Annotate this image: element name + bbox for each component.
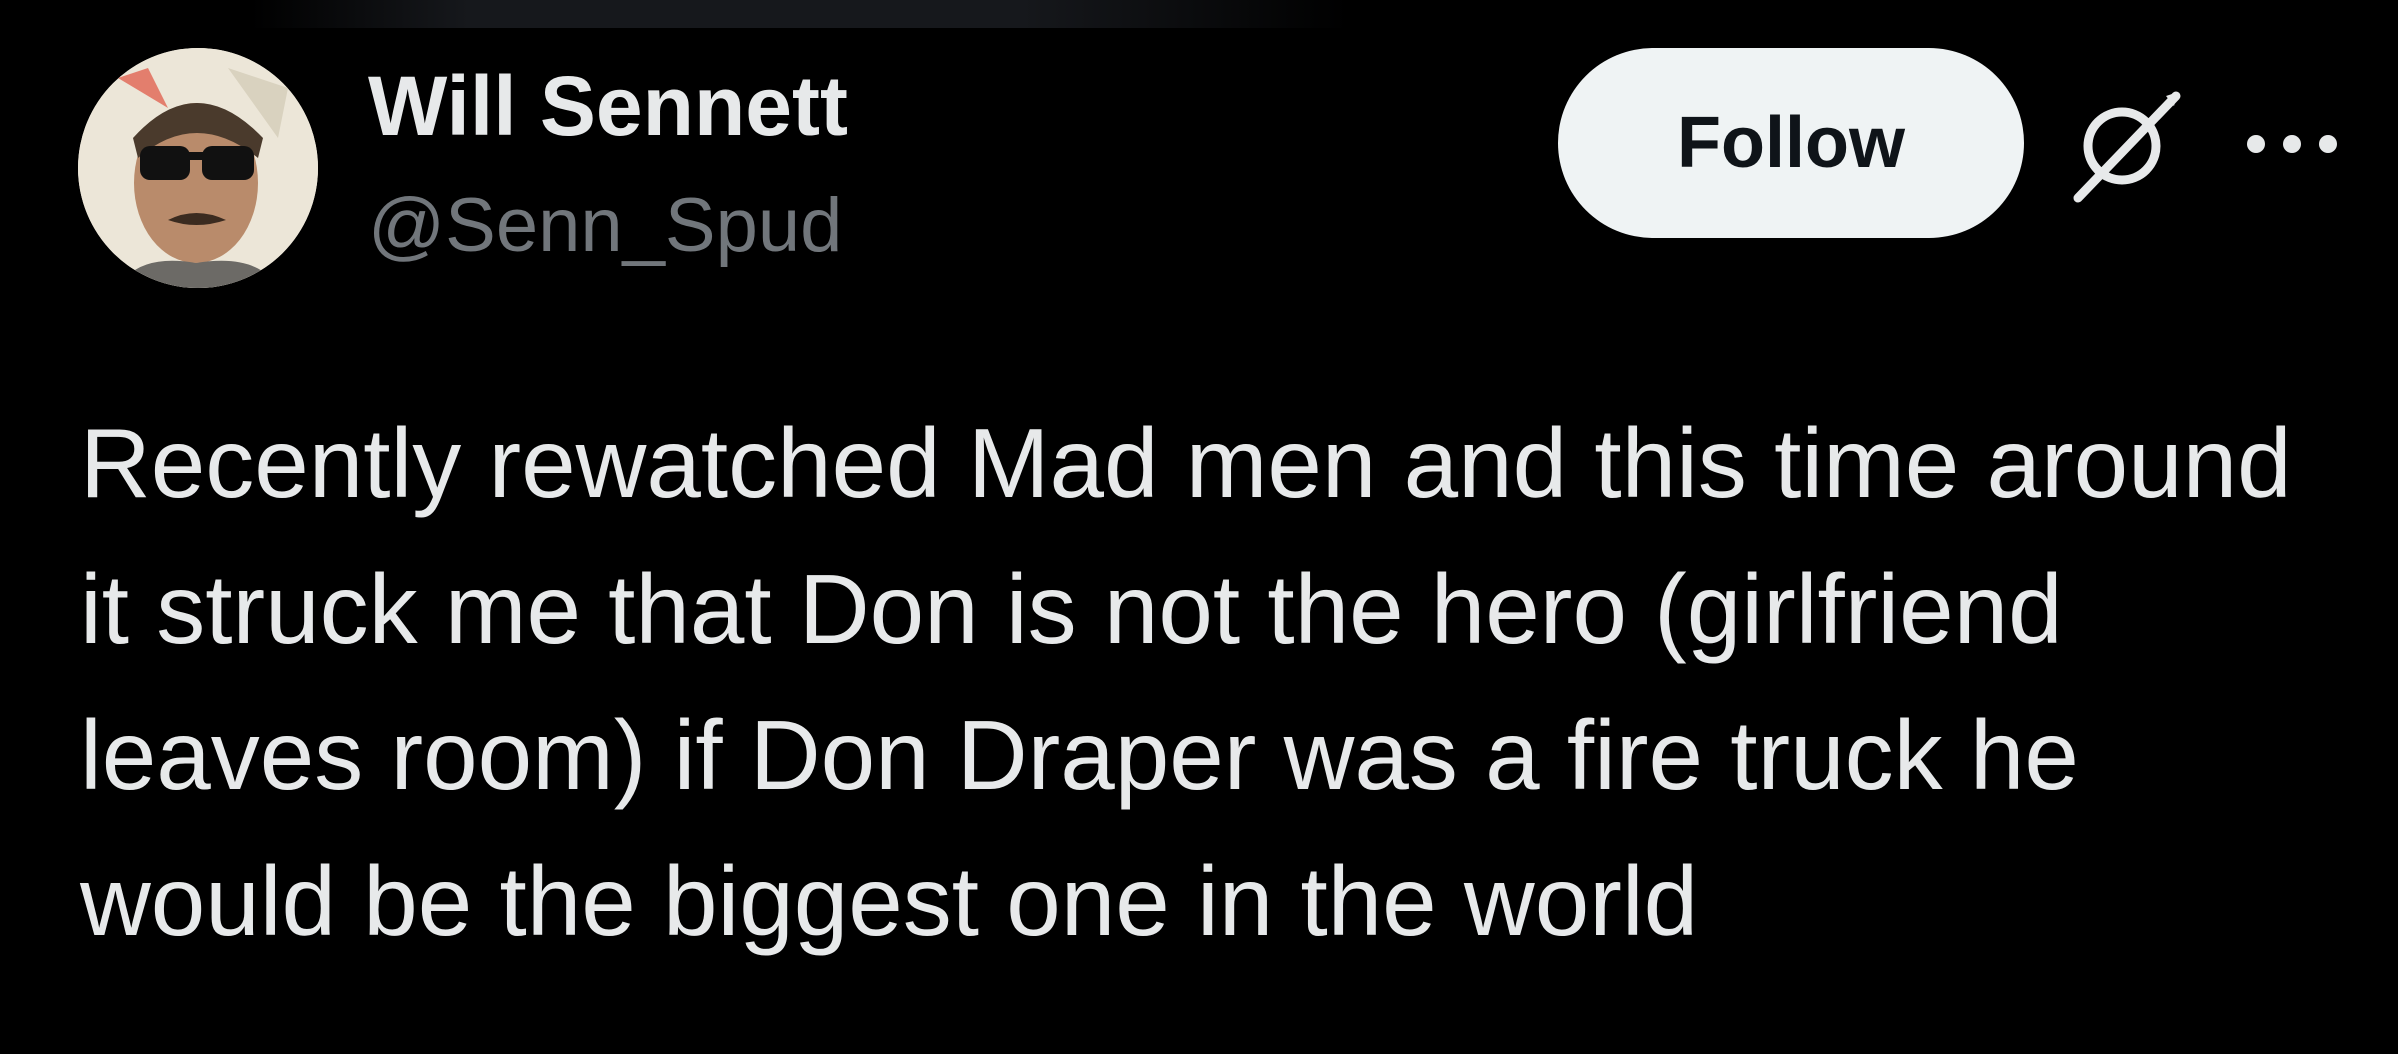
more-icon[interactable]: [2242, 124, 2342, 164]
author-handle[interactable]: @Senn_Spud: [368, 176, 842, 276]
top-edge-shadow: [250, 0, 1350, 28]
follow-button[interactable]: Follow: [1558, 48, 2024, 238]
avatar[interactable]: [78, 48, 318, 288]
tweet-text: Recently rewatched Mad men and this time…: [80, 408, 2292, 956]
author-display-name[interactable]: Will Sennett: [368, 56, 848, 156]
avatar-photo-icon: [78, 48, 318, 288]
grok-icon[interactable]: [2066, 86, 2184, 204]
